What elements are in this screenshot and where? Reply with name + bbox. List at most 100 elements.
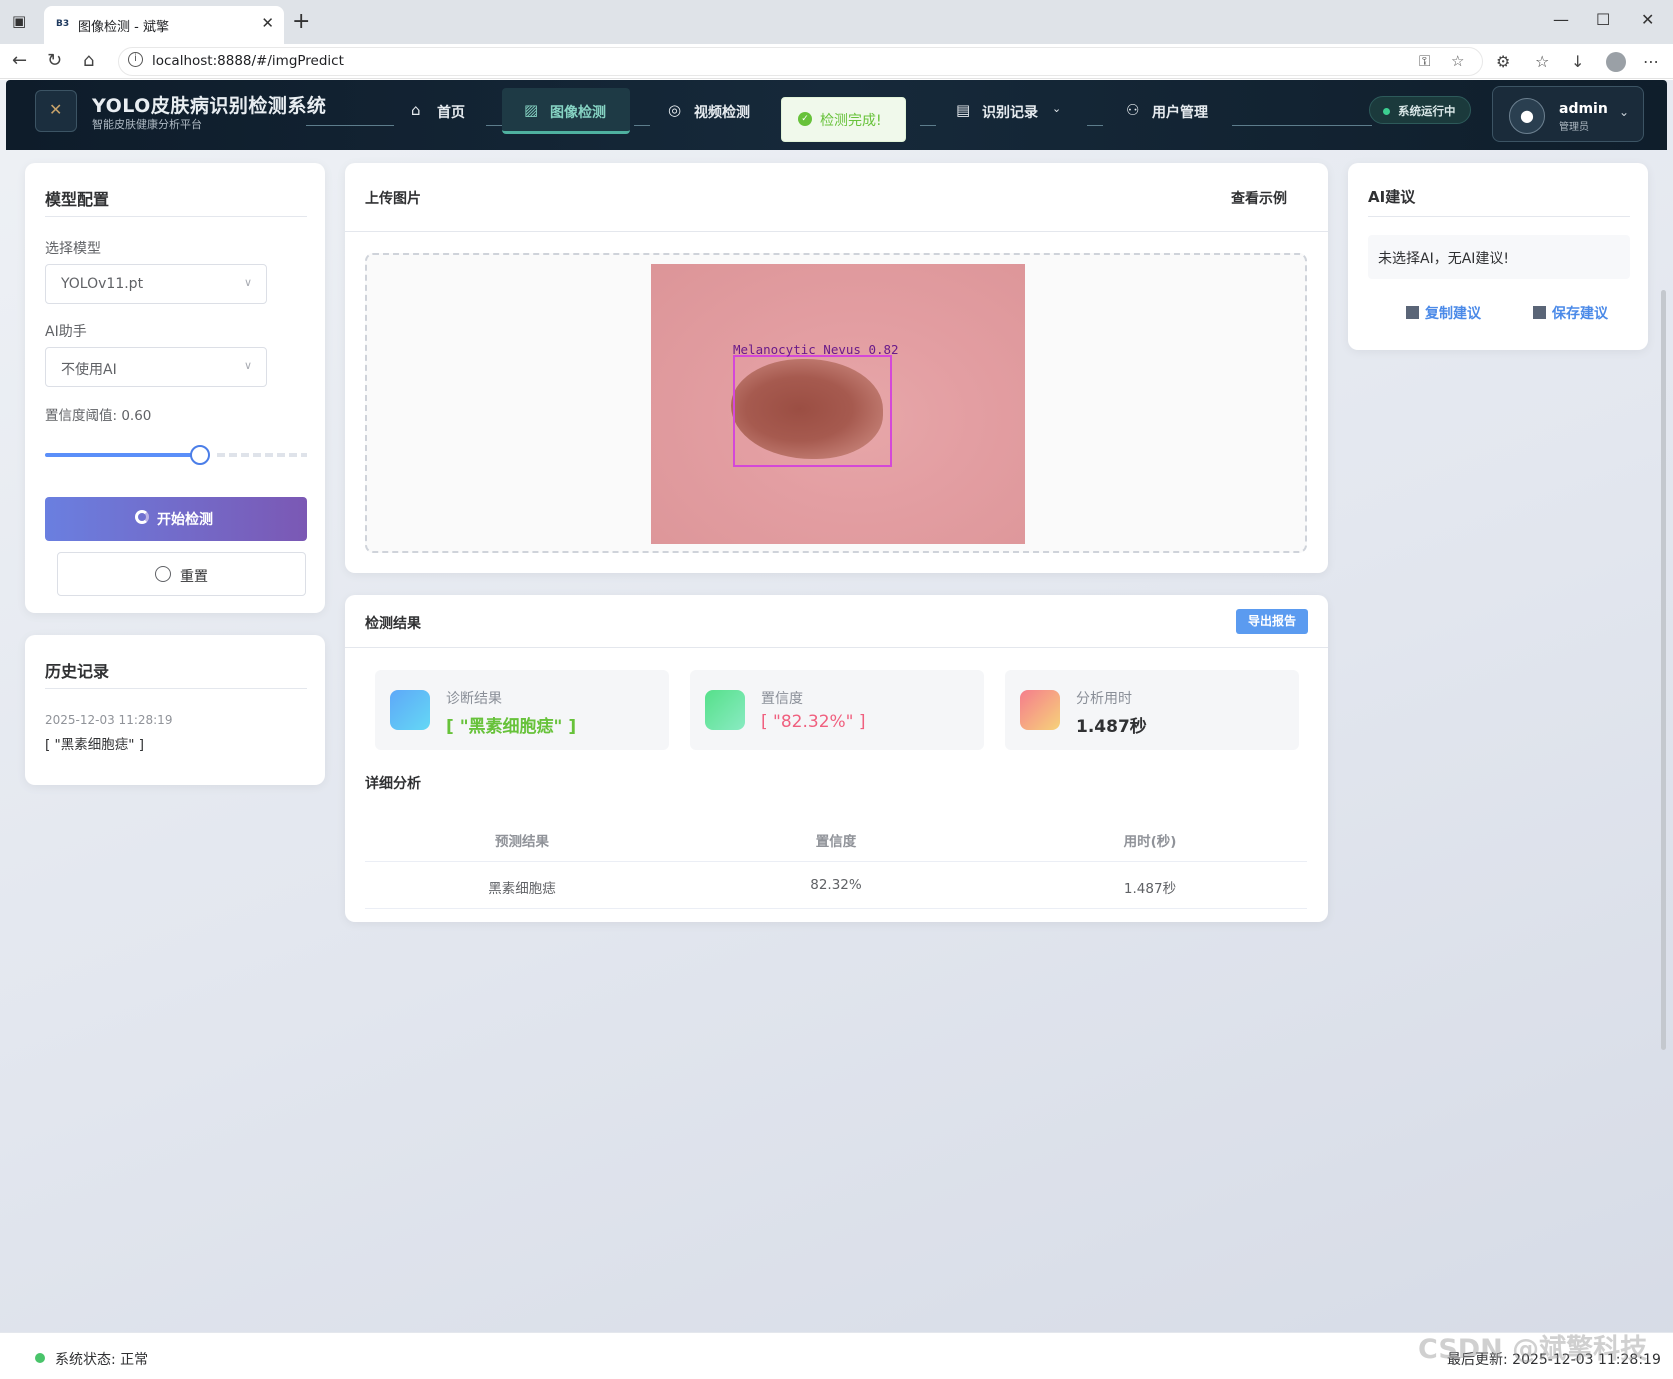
threshold-slider-track[interactable] [45,453,200,457]
save-icon [1533,306,1546,319]
threshold-slider-thumb[interactable] [190,445,210,465]
results-card: 检测结果 导出报告 诊断结果 [ "黑素细胞痣" ] 置信度 [ "82.32%… [345,595,1328,922]
image-upload-area[interactable]: Melanocytic Nevus 0.82 [365,253,1307,553]
save-suggestion-button[interactable]: 保存建议 [1533,303,1608,323]
history-title: 历史记录 [45,662,110,681]
reload-icon[interactable]: ↻ [47,50,62,71]
table-cell: 黑素细胞痣 [488,881,556,897]
favorites-icon[interactable]: ☆ [1535,52,1549,71]
key-icon[interactable]: ⚿ [1419,52,1430,70]
favorite-star-icon[interactable]: ☆ [1451,52,1464,70]
maximize-icon[interactable]: ☐ [1596,10,1610,29]
tab-title: 图像检测 - 斌擎 [78,20,169,35]
detection-box [733,355,892,467]
profile-icon[interactable] [1606,52,1626,72]
threshold-slider-rest[interactable] [217,453,307,457]
app-subtitle: 智能皮肤健康分析平台 [92,118,202,131]
table-row: 黑素细胞痣 82.32% 1.487秒 [365,862,1307,909]
close-tab-icon[interactable]: ✕ [261,14,274,32]
column-header: 预测结果 [495,834,549,850]
check-icon: ✓ [798,112,812,126]
chevron-down-icon: ∨ [243,276,252,289]
model-config-card: 模型配置 选择模型 YOLOv11.pt ∨ AI助手 不使用AI ∨ 置信度阈… [25,163,325,613]
export-report-button[interactable]: 导出报告 [1236,609,1308,634]
detected-image: Melanocytic Nevus 0.82 [651,264,1025,544]
app-viewport: ✕ YOLO皮肤病识别检测系统 智能皮肤健康分析平台 ⌂ 首页 ▨ 图像检测 ◎… [0,80,1673,1379]
app-title: YOLO皮肤病识别检测系统 [92,95,327,117]
nav-video-detect[interactable]: ◎ 视频检测 [668,88,758,134]
favicon-icon: B3 [56,19,70,29]
model-label: 选择模型 [45,241,101,257]
nav-user-management[interactable]: ⚇ 用户管理 [1126,88,1216,134]
avatar: ● [1509,98,1545,134]
start-detect-button[interactable]: 开始检测 [45,497,307,541]
stat-diagnosis: 诊断结果 [ "黑素细胞痣" ] [375,670,669,750]
model-select[interactable]: YOLOv11.pt ∨ [45,264,267,304]
history-result: [ "黑素细胞痣" ] [45,737,145,753]
browser-tab[interactable]: B3 图像检测 - 斌擎 ✕ [44,6,284,44]
column-header: 用时(秒) [1123,834,1177,850]
ai-suggestion-card: AI建议 未选择AI，无AI建议! 复制建议 保存建议 [1348,163,1648,350]
diagnosis-icon [390,690,430,730]
column-header: 置信度 [815,834,857,850]
status-dot [35,1353,45,1363]
history-time: 2025-12-03 11:28:19 [45,713,173,727]
system-status-text: 系统状态: 正常 [55,1352,149,1368]
ai-label: AI助手 [45,324,87,340]
chevron-down-icon: ⌄ [1619,105,1630,119]
stat-confidence: 置信度 [ "82.32%" ] [690,670,984,750]
image-icon: ▨ [524,101,539,119]
more-icon[interactable]: ⋯ [1643,52,1659,71]
address-bar: ← ↻ ⌂ i localhost:8888/#/imgPredict ⚿ ☆ … [0,44,1673,79]
back-icon[interactable]: ← [12,50,27,71]
threshold-label: 置信度阈值: 0.60 [45,408,152,424]
close-window-icon[interactable]: ✕ [1641,10,1654,29]
download-icon[interactable]: ↓ [1571,52,1584,71]
table-cell: 1.487秒 [1123,881,1177,897]
page-scrollbar[interactable] [1661,290,1666,1050]
nav-records[interactable]: ▤ 识别记录 ⌄ [956,88,1071,134]
results-title: 检测结果 [365,616,421,632]
user-menu[interactable]: ● admin 管理员 ⌄ [1492,86,1644,142]
url-text[interactable]: localhost:8888/#/imgPredict [152,53,344,69]
config-title: 模型配置 [45,190,110,209]
stat-duration: 分析用时 1.487秒 [1005,670,1299,750]
site-info-icon[interactable]: i [128,52,143,67]
chevron-down-icon: ⌄ [1052,102,1062,115]
copy-suggestion-button[interactable]: 复制建议 [1406,303,1481,323]
tab-actions-icon[interactable]: ▣ [12,12,30,30]
ai-message-box: 未选择AI，无AI建议! [1368,235,1630,279]
table-cell: 82.32% [810,877,862,893]
view-example-link[interactable]: 查看示例 [1231,188,1287,208]
nav-home[interactable]: ⌂ 首页 [411,88,471,134]
watermark: CSDN @斌擎科技 [1418,1334,1648,1365]
user-name: admin [1559,101,1608,117]
confidence-icon [705,690,745,730]
minimize-icon[interactable]: — [1553,10,1569,29]
avatar-icon: ● [1520,106,1534,125]
loading-icon [135,510,149,524]
ai-select[interactable]: 不使用AI ∨ [45,347,267,387]
nav-image-detect[interactable]: ▨ 图像检测 [502,88,630,134]
upload-card: 上传图片 查看示例 Melanocytic Nevus 0.82 [345,163,1328,573]
detail-title: 详细分析 [365,776,421,792]
timer-icon [1020,690,1060,730]
status-dot [1383,108,1390,115]
user-role: 管理员 [1559,122,1589,133]
home-browser-icon[interactable]: ⌂ [83,50,94,71]
reset-button[interactable]: 重置 [57,552,306,596]
document-icon: ▤ [956,101,971,119]
table-header: 预测结果 置信度 用时(秒) [365,815,1307,862]
url-field[interactable]: i localhost:8888/#/imgPredict ⚿ ☆ [118,47,1483,76]
extensions-icon[interactable]: ⚙ [1496,52,1510,71]
chevron-down-icon: ∨ [243,359,252,372]
history-card: 历史记录 2025-12-03 11:28:19 [ "黑素细胞痣" ] [25,635,325,785]
menu-toggle-button[interactable]: ✕ [35,90,77,132]
new-tab-icon[interactable]: + [292,9,310,34]
home-icon: ⌂ [411,101,421,119]
upload-title: 上传图片 [365,191,421,207]
ai-title: AI建议 [1368,188,1416,206]
copy-icon [1406,306,1419,319]
clock-icon [155,566,171,582]
success-toast: ✓ 检测完成! [781,97,906,142]
